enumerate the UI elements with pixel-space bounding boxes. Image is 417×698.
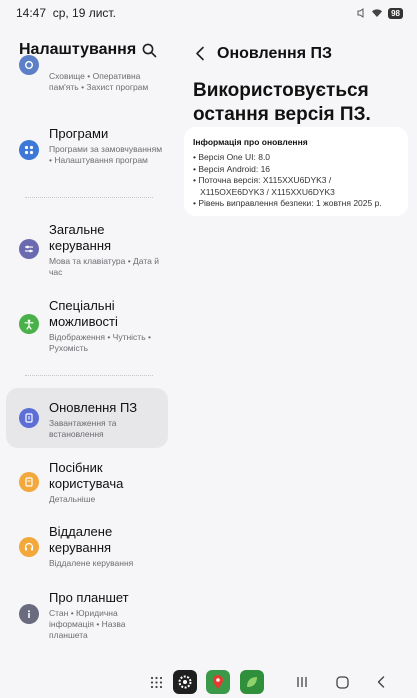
sidebar-item-label: Програми xyxy=(49,126,109,141)
info-icon xyxy=(19,604,39,624)
sidebar-item-about-tablet[interactable]: Про планшет Стан • Юридична інформація •… xyxy=(6,586,168,648)
update-info-line: • Рівень виправлення безпеки: 1 жовтня 2… xyxy=(193,198,382,208)
battery-indicator: 98 xyxy=(388,7,403,19)
wifi-icon xyxy=(372,9,383,17)
home-icon xyxy=(335,675,349,689)
back-button[interactable] xyxy=(192,45,208,61)
update-status-headline: Використовується остання версія ПЗ. xyxy=(193,80,371,125)
update-info-line: • Версія One UI: 8.0 xyxy=(193,152,271,162)
sidebar-item-general-management[interactable]: Загальне керування Мова та клавіатура • … xyxy=(6,214,168,280)
sidebar-item-subtitle: Програми за замовчуванням • Налаштування… xyxy=(49,144,163,165)
sidebar-item-subtitle: Мова та клавіатура • Дата й час xyxy=(49,256,159,277)
nav-back-icon xyxy=(377,676,385,688)
maps-app-icon[interactable] xyxy=(206,670,230,694)
headset-icon xyxy=(19,537,39,557)
recent-apps-button[interactable] xyxy=(294,674,310,690)
update-info-line: • Поточна версія: X115XXU6DYK3 / xyxy=(193,175,332,185)
page-title: Оновлення ПЗ xyxy=(217,45,332,62)
sidebar-item-label: Оновлення ПЗ xyxy=(49,400,138,415)
sidebar-item-subtitle: Відображення • Чутність • Рухомість xyxy=(49,332,151,353)
sidebar-item-subtitle: Сховище • Оперативна пам'ять • Захист пр… xyxy=(49,71,149,92)
sidebar-item-subtitle: Віддалене керування xyxy=(49,558,134,568)
sidebar-item-subtitle: Стан • Юридична інформація • Назва планш… xyxy=(49,608,126,640)
sidebar-item-user-manual[interactable]: Посібник користувача Детальніше xyxy=(6,456,168,518)
search-icon xyxy=(142,43,156,57)
update-info-card: Інформація про оновлення • Версія One UI… xyxy=(184,127,408,216)
software-update-panel: Оновлення ПЗ Використовується остання ве… xyxy=(180,26,417,666)
user-manual-icon xyxy=(19,472,39,492)
sidebar-item-label: Посібник користувача xyxy=(49,460,124,491)
settings-list: Налаштування Сховище • Оперативна пам'ят… xyxy=(0,26,176,666)
leaf-app-icon[interactable] xyxy=(240,670,264,694)
sliders-icon xyxy=(19,239,39,259)
search-button[interactable] xyxy=(139,40,159,60)
update-info-line: • Версія Android: 16 xyxy=(193,163,271,174)
status-time-date: 14:47 ср, 19 лист. xyxy=(16,6,116,20)
recents-icon xyxy=(297,677,307,687)
app-drawer-icon xyxy=(150,676,162,688)
status-icons: 98 xyxy=(357,6,403,20)
sidebar-item-accessibility[interactable]: Спеціальні можливості Відображення • Чут… xyxy=(6,290,168,358)
sidebar-item-remote-support[interactable]: Віддалене керування Віддалене керування xyxy=(6,520,168,580)
sidebar-item-subtitle: Завантаження та встановлення xyxy=(49,418,117,439)
device-care-icon xyxy=(19,55,39,75)
sidebar-item-label: Віддалене керування xyxy=(49,524,113,555)
mute-icon xyxy=(357,8,364,18)
nav-back-button[interactable] xyxy=(373,674,389,690)
section-divider xyxy=(25,197,153,198)
status-bar: 14:47 ср, 19 лист. 98 xyxy=(0,0,417,26)
sidebar-item-software-update[interactable]: Оновлення ПЗ Завантаження та встановленн… xyxy=(6,388,168,448)
back-arrow-icon xyxy=(196,46,204,60)
sidebar-item-label: Про планшет xyxy=(49,590,129,605)
app-drawer-button[interactable] xyxy=(148,674,164,690)
apps-grid-icon xyxy=(19,140,39,160)
sidebar-item-apps[interactable]: Програми Програми за замовчуванням • Нал… xyxy=(6,118,168,178)
sidebar-item-device-care[interactable]: Сховище • Оперативна пам'ять • Захист пр… xyxy=(6,55,168,110)
software-update-icon xyxy=(19,408,39,428)
home-button[interactable] xyxy=(334,674,350,690)
sidebar-item-label: Загальне керування xyxy=(49,222,112,253)
accessibility-icon xyxy=(19,314,39,334)
update-info-line: X115OXE6DYK3 / X115XXU6DYK3 xyxy=(193,186,335,197)
settings-title: Налаштування xyxy=(19,41,137,58)
section-divider xyxy=(25,375,153,376)
sidebar-item-label: Спеціальні можливості xyxy=(49,298,118,329)
sidebar-item-subtitle: Детальніше xyxy=(49,494,96,504)
settings-app-icon[interactable] xyxy=(173,670,197,694)
update-info-heading: Інформація про оновлення xyxy=(193,137,308,147)
navigation-bar xyxy=(0,666,417,698)
